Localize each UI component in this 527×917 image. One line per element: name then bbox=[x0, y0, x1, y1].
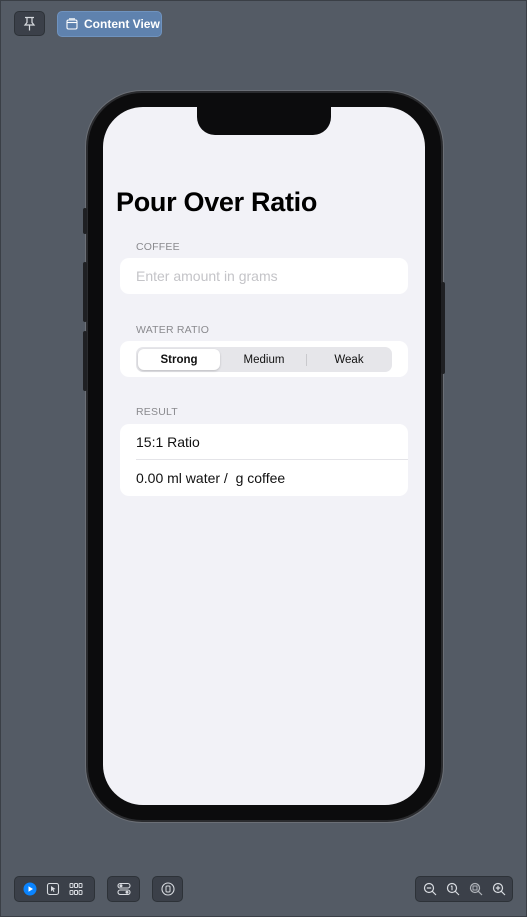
toggles-icon bbox=[116, 882, 131, 896]
coffee-card bbox=[120, 258, 408, 294]
zoom-in-button[interactable] bbox=[487, 877, 510, 901]
info-circle-icon bbox=[160, 882, 175, 896]
volume-up-button bbox=[83, 262, 87, 322]
segment-divider bbox=[306, 354, 307, 366]
zoom-fit-icon bbox=[469, 882, 483, 896]
result-card: 15:1 Ratio 0.00 ml water / g coffee bbox=[120, 424, 408, 496]
play-circle-icon bbox=[23, 882, 37, 896]
action-button bbox=[83, 208, 87, 234]
device-settings-button[interactable] bbox=[107, 876, 140, 902]
preview-settings-button[interactable] bbox=[152, 876, 183, 902]
segment-weak[interactable]: Weak bbox=[308, 349, 390, 370]
zoom-in-icon bbox=[492, 882, 506, 896]
zoom-actual-icon bbox=[446, 882, 460, 896]
result-section-label: RESULT bbox=[136, 406, 178, 418]
grid-icon bbox=[69, 882, 83, 896]
coffee-section-label: COFFEE bbox=[136, 241, 180, 253]
water-ratio-segmented-control: Strong Medium Weak bbox=[136, 347, 392, 372]
volume-down-button bbox=[83, 331, 87, 391]
pin-preview-button[interactable] bbox=[14, 11, 45, 36]
pin-icon bbox=[23, 16, 36, 31]
cursor-icon bbox=[46, 882, 60, 896]
live-mode-button[interactable] bbox=[18, 877, 41, 901]
zoom-controls-group bbox=[415, 876, 513, 902]
row-divider bbox=[136, 459, 408, 460]
notch bbox=[197, 107, 331, 135]
device-screen: Pour Over Ratio COFFEE WATER RATIO Stron… bbox=[103, 107, 425, 805]
window-icon bbox=[66, 18, 84, 30]
segment-medium[interactable]: Medium bbox=[223, 349, 305, 370]
zoom-out-button[interactable] bbox=[418, 877, 441, 901]
water-ratio-section-label: WATER RATIO bbox=[136, 324, 210, 336]
water-result-text: 0.00 ml water / g coffee bbox=[136, 470, 286, 486]
selectable-mode-button[interactable] bbox=[41, 877, 64, 901]
content-view-button[interactable]: Content View bbox=[57, 11, 162, 37]
zoom-to-fit-button[interactable] bbox=[464, 877, 487, 901]
zoom-actual-size-button[interactable] bbox=[441, 877, 464, 901]
page-title: Pour Over Ratio bbox=[116, 187, 318, 217]
power-button bbox=[441, 282, 445, 374]
segment-strong[interactable]: Strong bbox=[138, 349, 220, 370]
ratio-result-text: 15:1 Ratio bbox=[136, 434, 200, 450]
content-view-label: Content View bbox=[84, 17, 160, 31]
preview-mode-group bbox=[14, 876, 95, 902]
water-ratio-card: Strong Medium Weak bbox=[120, 341, 408, 377]
zoom-out-icon bbox=[423, 882, 437, 896]
coffee-amount-input[interactable] bbox=[136, 258, 396, 294]
variants-button[interactable] bbox=[64, 877, 87, 901]
